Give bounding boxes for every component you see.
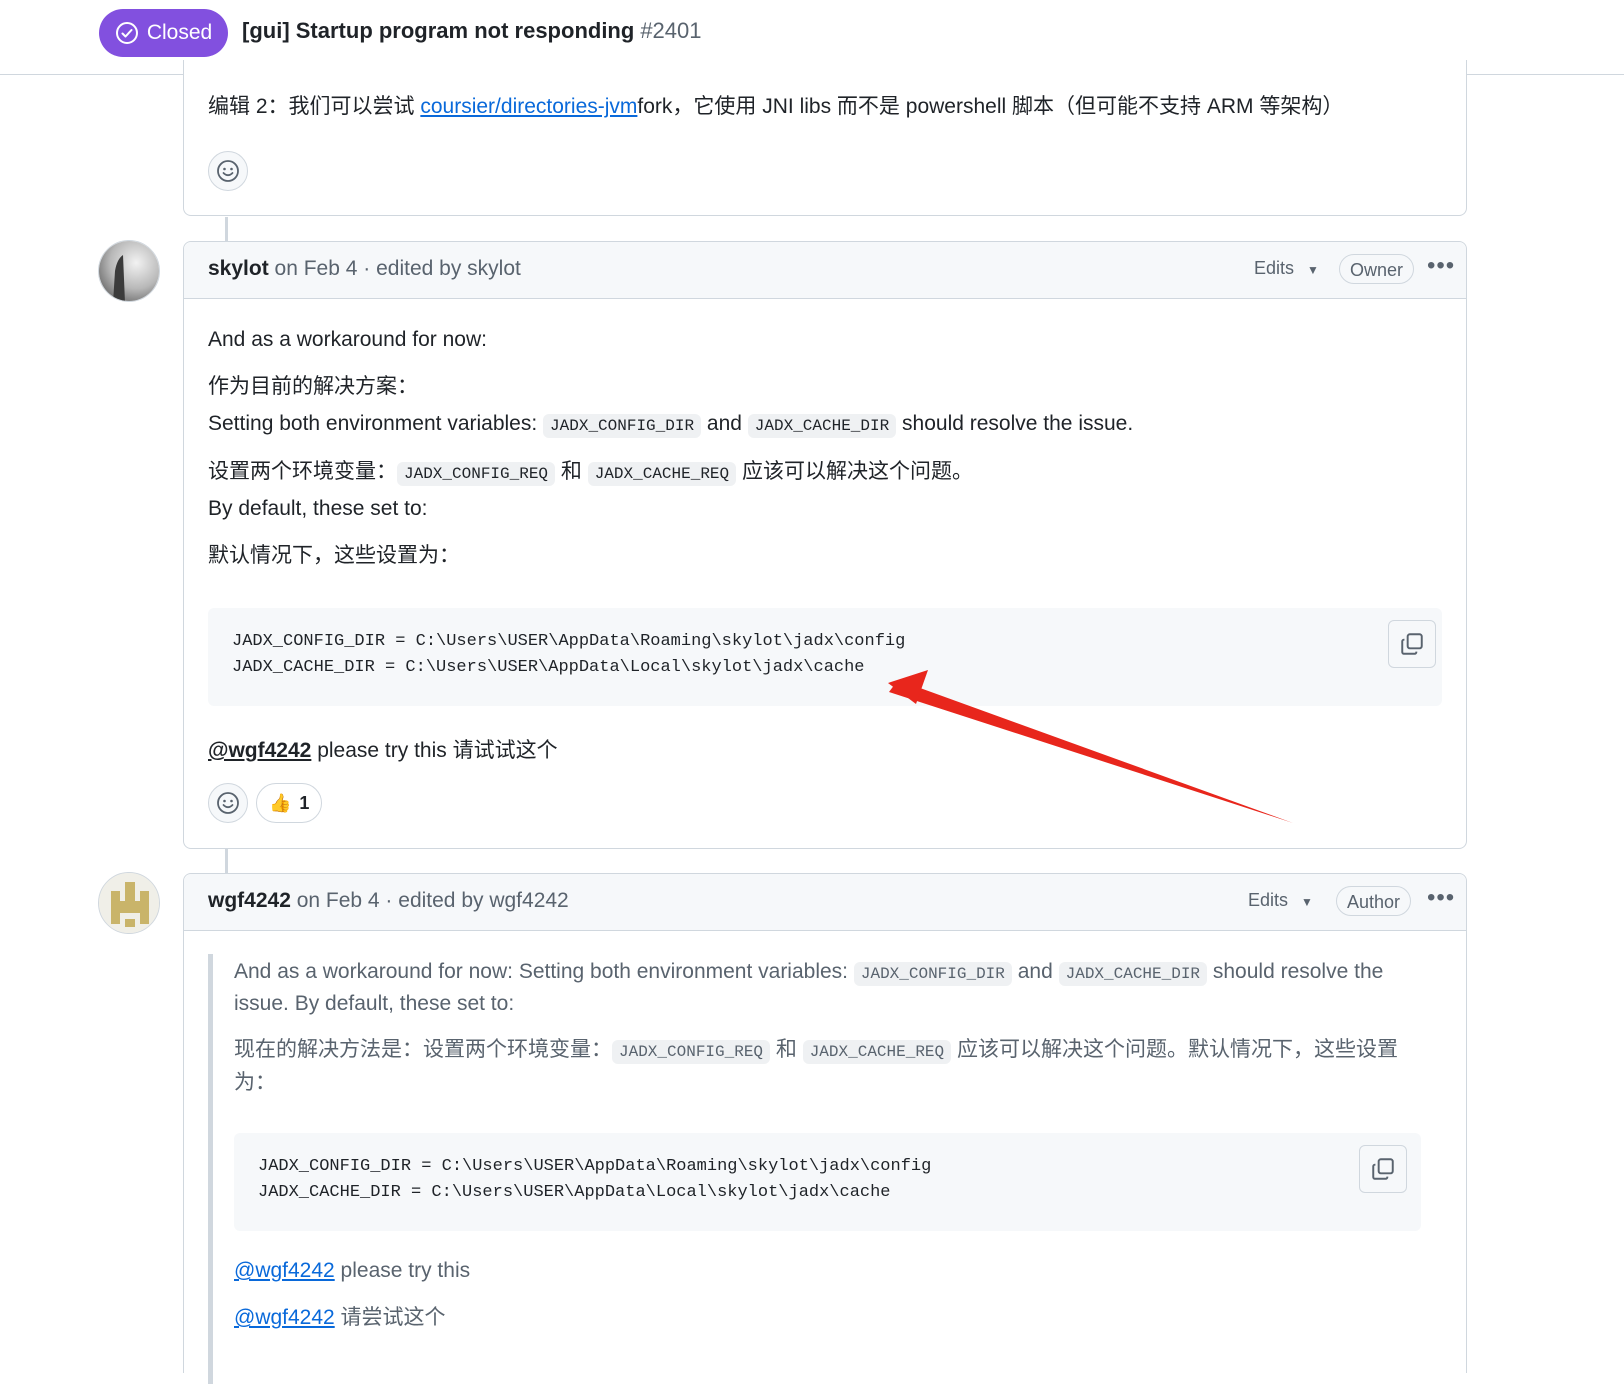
comment-text: 设置两个环境变量： [208, 460, 397, 483]
comment-author-link[interactable]: wgf4242 [208, 889, 291, 912]
comment-meta: wgf4242 on Feb 4 · edited by wgf4242 [208, 889, 569, 913]
comment-paragraph: 作为目前的解决方案： [208, 375, 418, 398]
quote-text: and [1011, 960, 1059, 983]
comment-paragraph: 设置两个环境变量： JADX_CONFIG_REQ 和 JADX_CACHE_RE… [208, 455, 973, 486]
author-badge: Author [1336, 886, 1412, 916]
code-block: JADX_CONFIG_DIR = C:\Users\USER\AppData\… [234, 1133, 1421, 1231]
comment-paragraph: And as a workaround for now: [208, 328, 487, 351]
quote-text: please try this [334, 1259, 471, 1282]
smiley-icon [217, 792, 239, 814]
comment-paragraph: By default, these set to: [208, 497, 428, 520]
comment-card-wgf4242: wgf4242 on Feb 4 · edited by wgf4242 Edi… [183, 873, 1467, 1384]
code-line: JADX_CONFIG_DIR = C:\Users\USER\AppData\… [232, 632, 906, 651]
comment-meta: skylot on Feb 4 · edited by skylot [208, 257, 521, 281]
inline-code: JADX_CACHE_DIR [747, 414, 897, 438]
comment-text: fork，它使用 JNI libs 而不是 powershell 脚本（但可能不… [637, 95, 1344, 118]
quote-paragraph-cont: 为： [234, 1071, 276, 1094]
quote-paragraph: 现在的解决方法是：设置两个环境变量： JADX_CONFIG_REQ 和 JADX… [234, 1033, 1398, 1064]
issue-state-label: Closed [146, 21, 213, 44]
comment-header: wgf4242 on Feb 4 · edited by wgf4242 Edi… [184, 874, 1466, 931]
edits-dropdown[interactable]: Edits ▼ [1248, 890, 1313, 911]
comment-timestamp[interactable]: on Feb 4 · edited by skylot [269, 257, 521, 280]
code-line: JADX_CACHE_DIR = C:\Users\USER\AppData\L… [258, 1183, 891, 1202]
code-block: JADX_CONFIG_DIR = C:\Users\USER\AppData\… [208, 608, 1442, 706]
avatar-skylot[interactable] [98, 240, 160, 302]
quote-text: 请尝试这个 [334, 1306, 446, 1329]
inline-code: JADX_CACHE_REQ [587, 462, 737, 486]
issue-title: [gui] Startup program not responding #240… [242, 18, 702, 44]
add-reaction-button[interactable] [208, 783, 248, 823]
code-line: JADX_CONFIG_DIR = C:\Users\USER\AppData\… [258, 1157, 932, 1176]
inline-code: JADX_CONFIG_REQ [612, 1040, 771, 1064]
quote-paragraph: And as a workaround for now: Setting bot… [234, 960, 1384, 986]
comment-paragraph: Setting both environment variables: JADX… [208, 412, 1134, 438]
inline-code: JADX_CACHE_DIR [1058, 962, 1208, 986]
owner-badge: Owner [1339, 254, 1415, 284]
smiley-icon [217, 160, 239, 182]
comment-text: please try this 请试试这个 [311, 739, 558, 762]
user-mention-link[interactable]: @wgf4242 [234, 1306, 335, 1329]
kebab-horizontal-icon[interactable]: ••• [1427, 886, 1455, 910]
comment-text: 和 [555, 460, 588, 483]
comment-author-link[interactable]: skylot [208, 257, 269, 280]
comment-paragraph: @wgf4242 please try this 请试试这个 [208, 734, 558, 764]
avatar-wgf4242-identicon [99, 873, 159, 933]
copy-button[interactable] [1359, 1145, 1407, 1193]
comment-text: should resolve the issue. [896, 412, 1134, 435]
issue-state-badge: Closed [99, 9, 228, 57]
blockquote-bar [208, 954, 213, 1384]
quote-text: 和 [770, 1038, 803, 1061]
thumbs-up-reaction[interactable]: 👍 1 [256, 783, 323, 823]
inline-code: JADX_CONFIG_REQ [397, 462, 556, 486]
thumbs-up-icon: 👍 [269, 792, 292, 813]
triangle-down-icon: ▼ [1301, 895, 1313, 909]
comment-card-edit2: 编辑 2：我们可以尝试 coursier/directories-jvmfork… [183, 60, 1467, 216]
quote-text: 现在的解决方法是：设置两个环境变量： [234, 1038, 612, 1061]
comment-text: Setting both environment variables: [208, 412, 544, 435]
copy-icon [1401, 633, 1423, 655]
triangle-down-icon: ▼ [1307, 263, 1319, 277]
quote-paragraph: @wgf4242 请尝试这个 [234, 1301, 446, 1331]
comment-header: skylot on Feb 4 · edited by skylot Edits… [184, 242, 1466, 299]
edits-dropdown[interactable]: Edits ▼ [1254, 258, 1319, 279]
timeline-connector [225, 217, 228, 241]
user-mention-link[interactable]: @wgf4242 [234, 1259, 335, 1282]
quote-text: 应该可以解决这个问题。默认情况下，这些设置 [951, 1038, 1398, 1061]
copy-icon [1372, 1158, 1394, 1180]
issue-title-text: [gui] Startup program not responding [242, 18, 635, 43]
avatar-skylot-image [99, 241, 159, 301]
check-circle-icon [115, 22, 138, 44]
inline-code: JADX_CACHE_REQ [802, 1040, 952, 1064]
issue-number: #2401 [640, 18, 702, 43]
timeline-connector [225, 849, 228, 873]
code-line: JADX_CACHE_DIR = C:\Users\USER\AppData\L… [232, 658, 865, 677]
reaction-count: 1 [299, 792, 310, 813]
edits-label: Edits [1254, 258, 1295, 278]
copy-button[interactable] [1388, 620, 1436, 668]
quote-paragraph: @wgf4242 please try this [234, 1259, 470, 1283]
comment-card-skylot: skylot on Feb 4 · edited by skylot Edits… [183, 241, 1467, 849]
comment-timestamp[interactable]: on Feb 4 · edited by wgf4242 [291, 889, 569, 912]
directories-jvm-link[interactable]: coursier/directories-jvm [420, 95, 637, 118]
comment-text: and [701, 412, 748, 435]
edits-label: Edits [1248, 890, 1289, 910]
quote-text: And as a workaround for now: Setting bot… [234, 960, 854, 983]
comment-text: 编辑 2：我们可以尝试 [208, 95, 421, 118]
comment-text: 应该可以解决这个问题。 [736, 460, 973, 483]
inline-code: JADX_CONFIG_DIR [543, 414, 702, 438]
quote-paragraph-cont: issue. By default, these set to: [234, 992, 515, 1015]
comment-paragraph: 默认情况下，这些设置为： [208, 544, 460, 567]
comment-body-line: 编辑 2：我们可以尝试 coursier/directories-jvmfork… [208, 90, 1343, 120]
quote-text: should resolve the [1207, 960, 1384, 983]
avatar-wgf4242[interactable] [98, 872, 160, 934]
add-reaction-button[interactable] [208, 151, 248, 191]
user-mention-link[interactable]: @wgf4242 [208, 739, 311, 762]
kebab-horizontal-icon[interactable]: ••• [1427, 254, 1455, 278]
inline-code: JADX_CONFIG_DIR [853, 962, 1012, 986]
